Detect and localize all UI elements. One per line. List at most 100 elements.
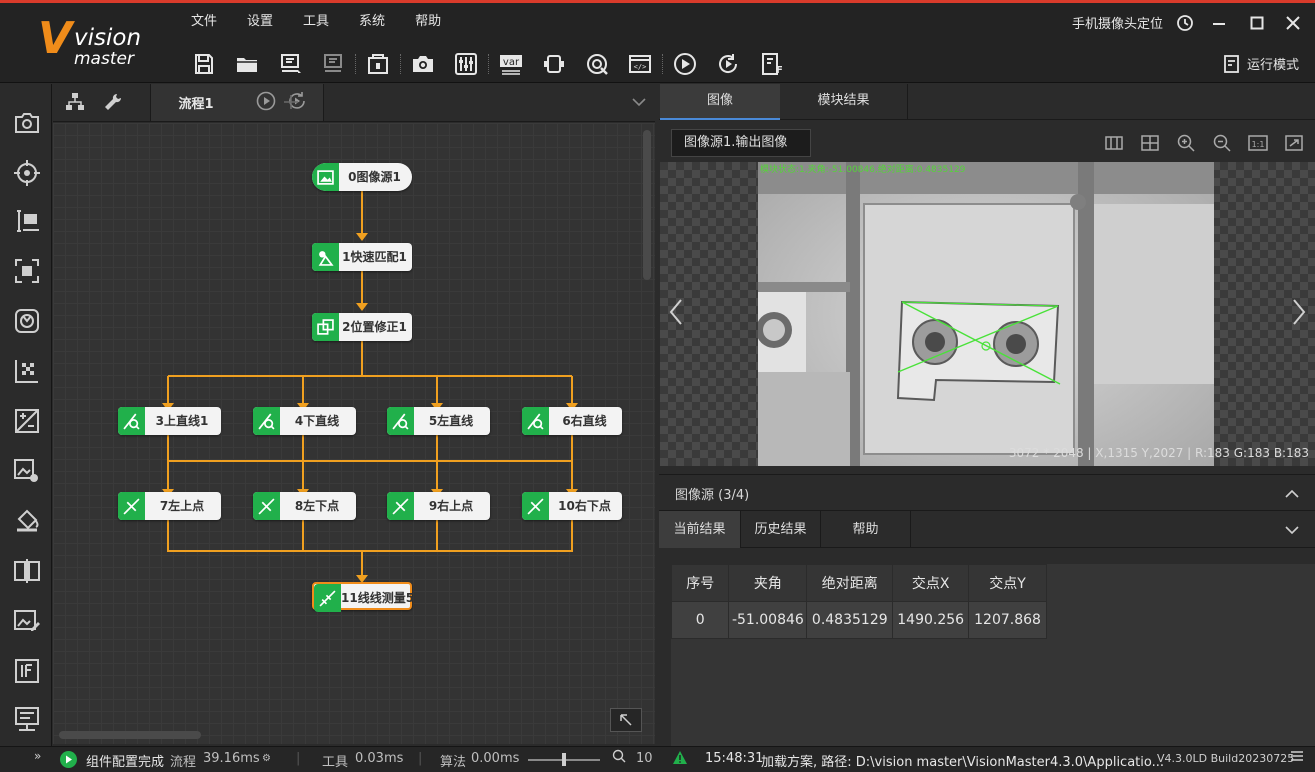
tab-image[interactable]: 图像 [660,84,780,120]
expand-sidebar-icon[interactable]: » [34,749,41,763]
log-list-icon[interactable] [1290,750,1304,768]
solution-report-icon[interactable]: F [757,50,785,78]
run-once-icon[interactable] [671,50,699,78]
process-tree-icon[interactable] [63,90,87,114]
color-processing-icon[interactable] [12,456,42,486]
fit-window-icon[interactable] [1283,132,1305,154]
col-angle: 夹角 [728,564,808,602]
next-image-icon[interactable] [1289,292,1309,332]
flow-node-bottom-line[interactable]: 4下直线 [253,407,356,435]
image-source-select[interactable]: 图像源1.输出图像 [671,129,811,157]
camera-icon[interactable] [409,50,437,78]
image-edit-icon[interactable] [12,606,42,636]
menu-tools[interactable]: 工具 [288,11,344,33]
calibration-icon[interactable] [12,356,42,386]
logic-if-icon[interactable] [12,656,42,686]
canvas-horizontal-scrollbar[interactable] [59,731,201,739]
menu-system[interactable]: 系统 [344,11,400,33]
communication-tool-icon[interactable] [12,704,42,734]
image-capture-icon[interactable] [12,108,42,138]
chevron-down-icon[interactable] [1285,525,1299,535]
script-icon[interactable]: </> [626,50,654,78]
flow-node-position-fix[interactable]: 2位置修正1 [312,313,412,341]
line-find-icon [522,407,549,435]
flow-node-line-line-measure[interactable]: 11线线测量5 [312,582,414,612]
image-status-overlay: 模块状态:1,夹角:-51.00846,绝对距离:0.4835129 [760,165,966,175]
flow-tab-label: 流程1 [178,97,214,112]
col-cross-y: 交点Y [968,564,1047,602]
flow-node-left-bottom-point[interactable]: 8左下点 [253,492,356,520]
image-viewer[interactable]: 模块状态:1,夹角:-51.00846,绝对距离:0.4835129 3072 … [660,162,1315,466]
result-section-header[interactable]: 图像源 (3/4) [659,474,1315,512]
tab-history-result[interactable]: 历史结果 [741,511,821,548]
flow-node-fast-match[interactable]: 1快速匹配1 [312,243,412,271]
menu-help[interactable]: 帮助 [400,11,456,33]
flow-node-right-bottom-point[interactable]: 10右下点 [522,492,622,520]
minimize-icon[interactable] [1207,11,1231,35]
measurement-icon[interactable] [12,206,42,236]
canvas-vertical-scrollbar[interactable] [643,130,651,280]
chevron-up-icon[interactable] [1285,489,1299,499]
single-view-icon[interactable] [1103,132,1125,154]
open-folder-icon[interactable] [233,50,261,78]
toolbar-separator [400,54,401,74]
deep-learning-icon[interactable] [12,506,42,536]
section-title: 图像源 (3/4) [675,488,750,503]
maximize-icon[interactable] [1245,11,1269,35]
variable-icon[interactable]: var [497,50,525,78]
menu-settings[interactable]: 设置 [232,11,288,33]
flow-node-left-top-point[interactable]: 7左上点 [118,492,221,520]
settings-mini-icon[interactable]: ⚙ [262,753,271,764]
arithmetic-tool-icon[interactable] [12,556,42,586]
cell-index: 0 [670,601,730,639]
flow-node-image-source[interactable]: 0图像源1 [312,163,412,191]
cell-cross-y: 1207.868 [968,601,1047,639]
grid-view-icon[interactable] [1139,132,1161,154]
actual-size-icon[interactable]: 1:1 [1247,132,1269,154]
wrench-icon[interactable] [101,90,125,114]
flow-tab-bar: 流程1 [53,84,655,122]
run-loop-icon[interactable] [714,50,742,78]
navigator-toggle-icon[interactable] [610,708,642,732]
flow-canvas[interactable]: 0图像源1 1快速匹配1 2位置修正1 3上直线1 4下直线 5左直线 6右直线… [53,123,655,744]
tab-current-result[interactable]: 当前结果 [659,511,741,548]
zoom-slider-handle[interactable] [562,753,566,766]
main-toolbar: var </> F [190,46,800,82]
log-message: 加载方案, 路径: D:\vision master\VisionMaster4… [761,755,1165,770]
image-generation-icon[interactable] [12,256,42,286]
zoom-value: 10 [636,751,653,766]
controller-settings-icon[interactable] [452,50,480,78]
status-separator: | [296,751,301,766]
history-clock-icon[interactable] [1173,11,1197,35]
chevron-down-icon[interactable] [627,90,651,114]
lock-icon[interactable] [364,50,392,78]
close-icon[interactable] [1281,11,1305,35]
zoom-in-icon[interactable] [1175,132,1197,154]
zoom-out-icon[interactable] [1211,132,1233,154]
flow-node-top-line[interactable]: 3上直线1 [118,407,221,435]
zoom-icon[interactable] [612,749,626,767]
tab-module-results[interactable]: 模块结果 [780,84,908,120]
save-icon[interactable] [190,50,218,78]
recognition-icon[interactable] [12,306,42,336]
flow-node-right-top-point[interactable]: 9右上点 [387,492,490,520]
flow-node-right-line[interactable]: 6右直线 [522,407,622,435]
save-as-icon[interactable] [276,50,304,78]
intersection-icon [253,492,280,520]
tab-help[interactable]: 帮助 [821,511,911,548]
flow-node-left-line[interactable]: 5左直线 [387,407,490,435]
contrast-icon[interactable] [12,406,42,436]
svg-text:var: var [503,57,520,68]
prev-image-icon[interactable] [666,292,686,332]
export-icon[interactable] [319,50,347,78]
table-row[interactable]: 0 -51.00846 0.4835129 1490.256 1207.868 [670,601,1047,639]
add-flow-icon[interactable] [279,90,303,114]
run-flow-icon[interactable] [256,91,276,115]
tool-time-label: 工具 [322,755,349,770]
communication-icon[interactable] [540,50,568,78]
col-index: 序号 [670,564,730,602]
run-mode-button[interactable]: 运行模式 [1223,54,1299,73]
global-trigger-icon[interactable] [583,50,611,78]
menu-file[interactable]: 文件 [176,11,232,33]
positioning-icon[interactable] [12,158,42,188]
